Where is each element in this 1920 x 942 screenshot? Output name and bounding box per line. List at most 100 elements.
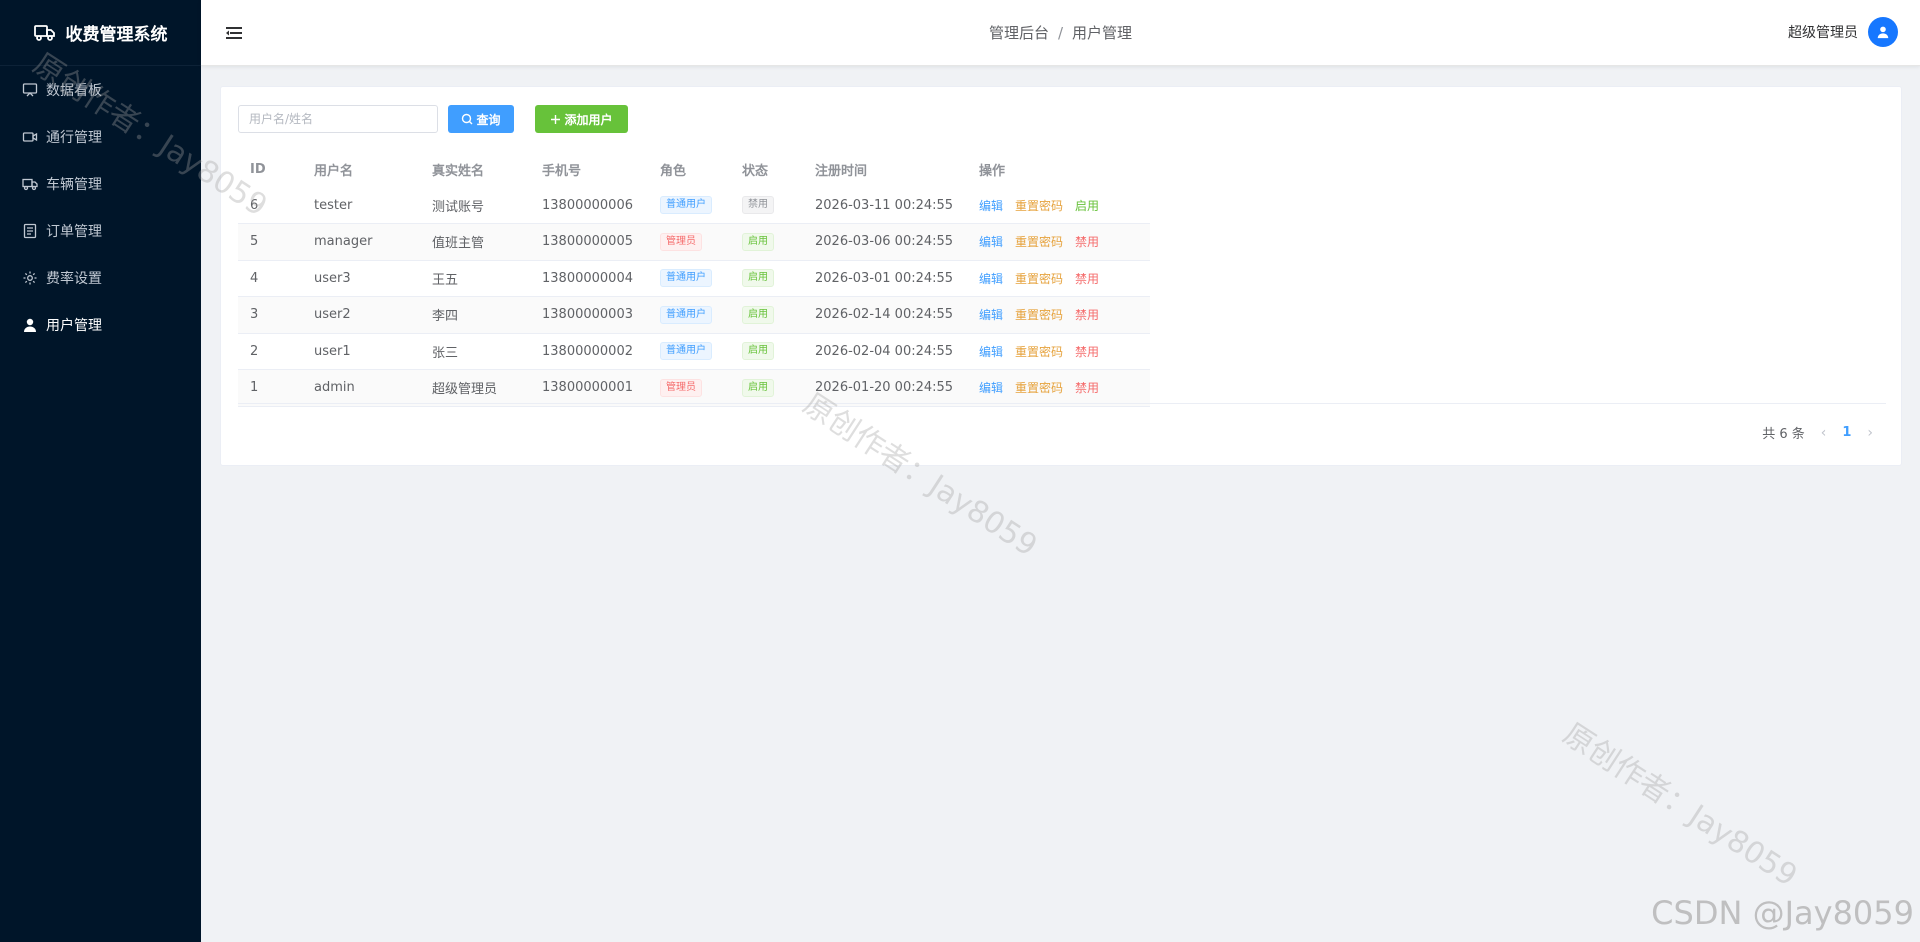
cell-phone: 13800000003 [530,296,648,334]
column-header-id[interactable]: ID [238,151,302,187]
breadcrumb-current: 用户管理 [1072,24,1133,42]
table-row[interactable]: 4 user3 王五 13800000004 普通用户 启用 2026-03-01 00:2… [238,260,1150,297]
cell-phone: 13800000005 [530,223,648,261]
cell-realname: 值班主管 [420,223,530,261]
prev-page-chevron-icon[interactable]: ‹ [1821,425,1827,441]
reset-password-button[interactable]: 重置密码 [1015,381,1063,395]
sidebar-item-dashboard[interactable]: 数据看板 [0,66,201,113]
cell-registered: 2026-01-20 00:24:55 [803,369,967,407]
sidebar-item-rates[interactable]: 费率设置 [0,254,201,301]
table-row[interactable]: 5 manager 值班主管 13800000005 管理员 启用 2026-03-06 0… [238,223,1150,261]
sidebar-item-users[interactable]: 用户管理 [0,301,201,348]
column-header-role[interactable]: 角色 [648,151,730,187]
sidebar-item-traffic[interactable]: 通行管理 [0,113,201,160]
status-badge: 启用 [742,232,774,251]
cell-realname: 张三 [420,333,530,370]
sidebar-item-label: 通行管理 [46,129,102,146]
cell-realname: 李四 [420,296,530,334]
plus-icon [551,114,561,124]
query-button[interactable]: 查询 [448,105,514,133]
next-page-chevron-icon[interactable]: › [1867,425,1873,441]
cell-actions: 编辑 重置密码 禁用 [967,369,1150,407]
sidebar: 收费管理系统 数据看板 通行管理 车辆管理 订单管理 费率设置 用户管理 [0,0,201,942]
user-menu[interactable]: 超级管理员 [1788,17,1898,47]
table-row[interactable]: 6 tester 测试账号 13800000006 普通用户 禁用 2026-03-11 0… [238,187,1150,224]
column-header-phone[interactable]: 手机号 [530,151,648,187]
table-row[interactable]: 3 user2 李四 13800000003 普通用户 启用 2026-02-14 00:2… [238,296,1150,334]
reset-password-button[interactable]: 重置密码 [1015,345,1063,359]
role-badge: 普通用户 [660,342,712,361]
user-management-card: 查询 添加用户 ID 用户名 真实姓名 手机号 角色 状态 注册时间 操作 6t… [220,86,1902,466]
add-user-button[interactable]: 添加用户 [535,105,628,133]
page-number-current[interactable]: 1 [1842,425,1851,440]
cell-username: manager [302,223,420,261]
search-input[interactable] [238,105,438,133]
cell-role: 管理员 [648,369,730,407]
status-badge: 启用 [742,342,774,361]
reset-password-button[interactable]: 重置密码 [1015,199,1063,213]
sidebar-item-vehicles[interactable]: 车辆管理 [0,160,201,207]
avatar[interactable] [1868,17,1898,47]
user-table: ID 用户名 真实姓名 手机号 角色 状态 注册时间 操作 6 tester 测试账… [238,151,1150,407]
cell-actions: 编辑 重置密码 禁用 [967,260,1150,297]
edit-button[interactable]: 编辑 [979,381,1003,395]
status-badge: 启用 [742,305,774,324]
camera-icon [22,131,38,142]
breadcrumb-home[interactable]: 管理后台 [989,24,1049,42]
role-badge: 普通用户 [660,196,712,214]
role-badge: 普通用户 [660,305,712,324]
reset-password-button[interactable]: 重置密码 [1015,235,1063,249]
edit-button[interactable]: 编辑 [979,345,1003,359]
cell-role: 管理员 [648,223,730,261]
edit-button[interactable]: 编辑 [979,272,1003,286]
cell-realname: 超级管理员 [420,369,530,407]
table-row[interactable]: 1 admin 超级管理员 13800000001 管理员 启用 2026-01-20 00… [238,369,1150,407]
reset-password-button[interactable]: 重置密码 [1015,308,1063,322]
column-header-username[interactable]: 用户名 [302,151,420,187]
reset-password-button[interactable]: 重置密码 [1015,272,1063,286]
sidebar-item-label: 数据看板 [46,82,102,99]
search-toolbar: 查询 添加用户 [238,105,628,133]
menu-toggle-icon[interactable] [225,24,243,42]
status-badge: 启用 [742,269,774,288]
toggle-status-button[interactable]: 禁用 [1075,308,1099,322]
table-header-row: ID 用户名 真实姓名 手机号 角色 状态 注册时间 操作 [238,151,1150,187]
edit-button[interactable]: 编辑 [979,199,1003,213]
cell-id: 2 [238,333,302,370]
sidebar-item-label: 订单管理 [46,223,102,240]
pagination-total: 共 6 条 [1762,427,1805,442]
cell-username: admin [302,369,420,407]
truck-icon [22,178,38,190]
cell-id: 4 [238,260,302,297]
table-row[interactable]: 2 user1 张三 13800000002 普通用户 启用 2026-02-04 00:2… [238,333,1150,370]
cell-role: 普通用户 [648,296,730,334]
cell-id: 5 [238,223,302,261]
edit-button[interactable]: 编辑 [979,235,1003,249]
cell-registered: 2026-03-01 00:24:55 [803,260,967,297]
toggle-status-button[interactable]: 禁用 [1075,272,1099,286]
app-logo[interactable]: 收费管理系统 [0,0,201,66]
cell-status: 禁用 [730,187,803,224]
toggle-status-button[interactable]: 启用 [1075,199,1099,213]
toggle-status-button[interactable]: 禁用 [1075,345,1099,359]
cell-realname: 测试账号 [420,187,530,224]
sidebar-item-orders[interactable]: 订单管理 [0,207,201,254]
cell-phone: 13800000004 [530,260,648,297]
status-badge: 禁用 [742,196,774,214]
column-header-realname[interactable]: 真实姓名 [420,151,530,187]
breadcrumb-separator: / [1057,24,1064,42]
toggle-status-button[interactable]: 禁用 [1075,235,1099,249]
column-header-status[interactable]: 状态 [730,151,803,187]
status-badge: 启用 [742,378,774,397]
user-icon [24,318,36,332]
edit-button[interactable]: 编辑 [979,308,1003,322]
cell-registered: 2026-03-06 00:24:55 [803,223,967,261]
sidebar-item-label: 车辆管理 [46,176,102,193]
csdn-watermark: CSDN @Jay8059 [1651,894,1914,932]
table-body: 6 tester 测试账号 13800000006 普通用户 禁用 2026-03-11 0… [238,187,1150,407]
cell-status: 启用 [730,369,803,407]
role-badge: 普通用户 [660,269,712,288]
column-header-registered[interactable]: 注册时间 [803,151,967,187]
cell-role: 普通用户 [648,260,730,297]
toggle-status-button[interactable]: 禁用 [1075,381,1099,395]
